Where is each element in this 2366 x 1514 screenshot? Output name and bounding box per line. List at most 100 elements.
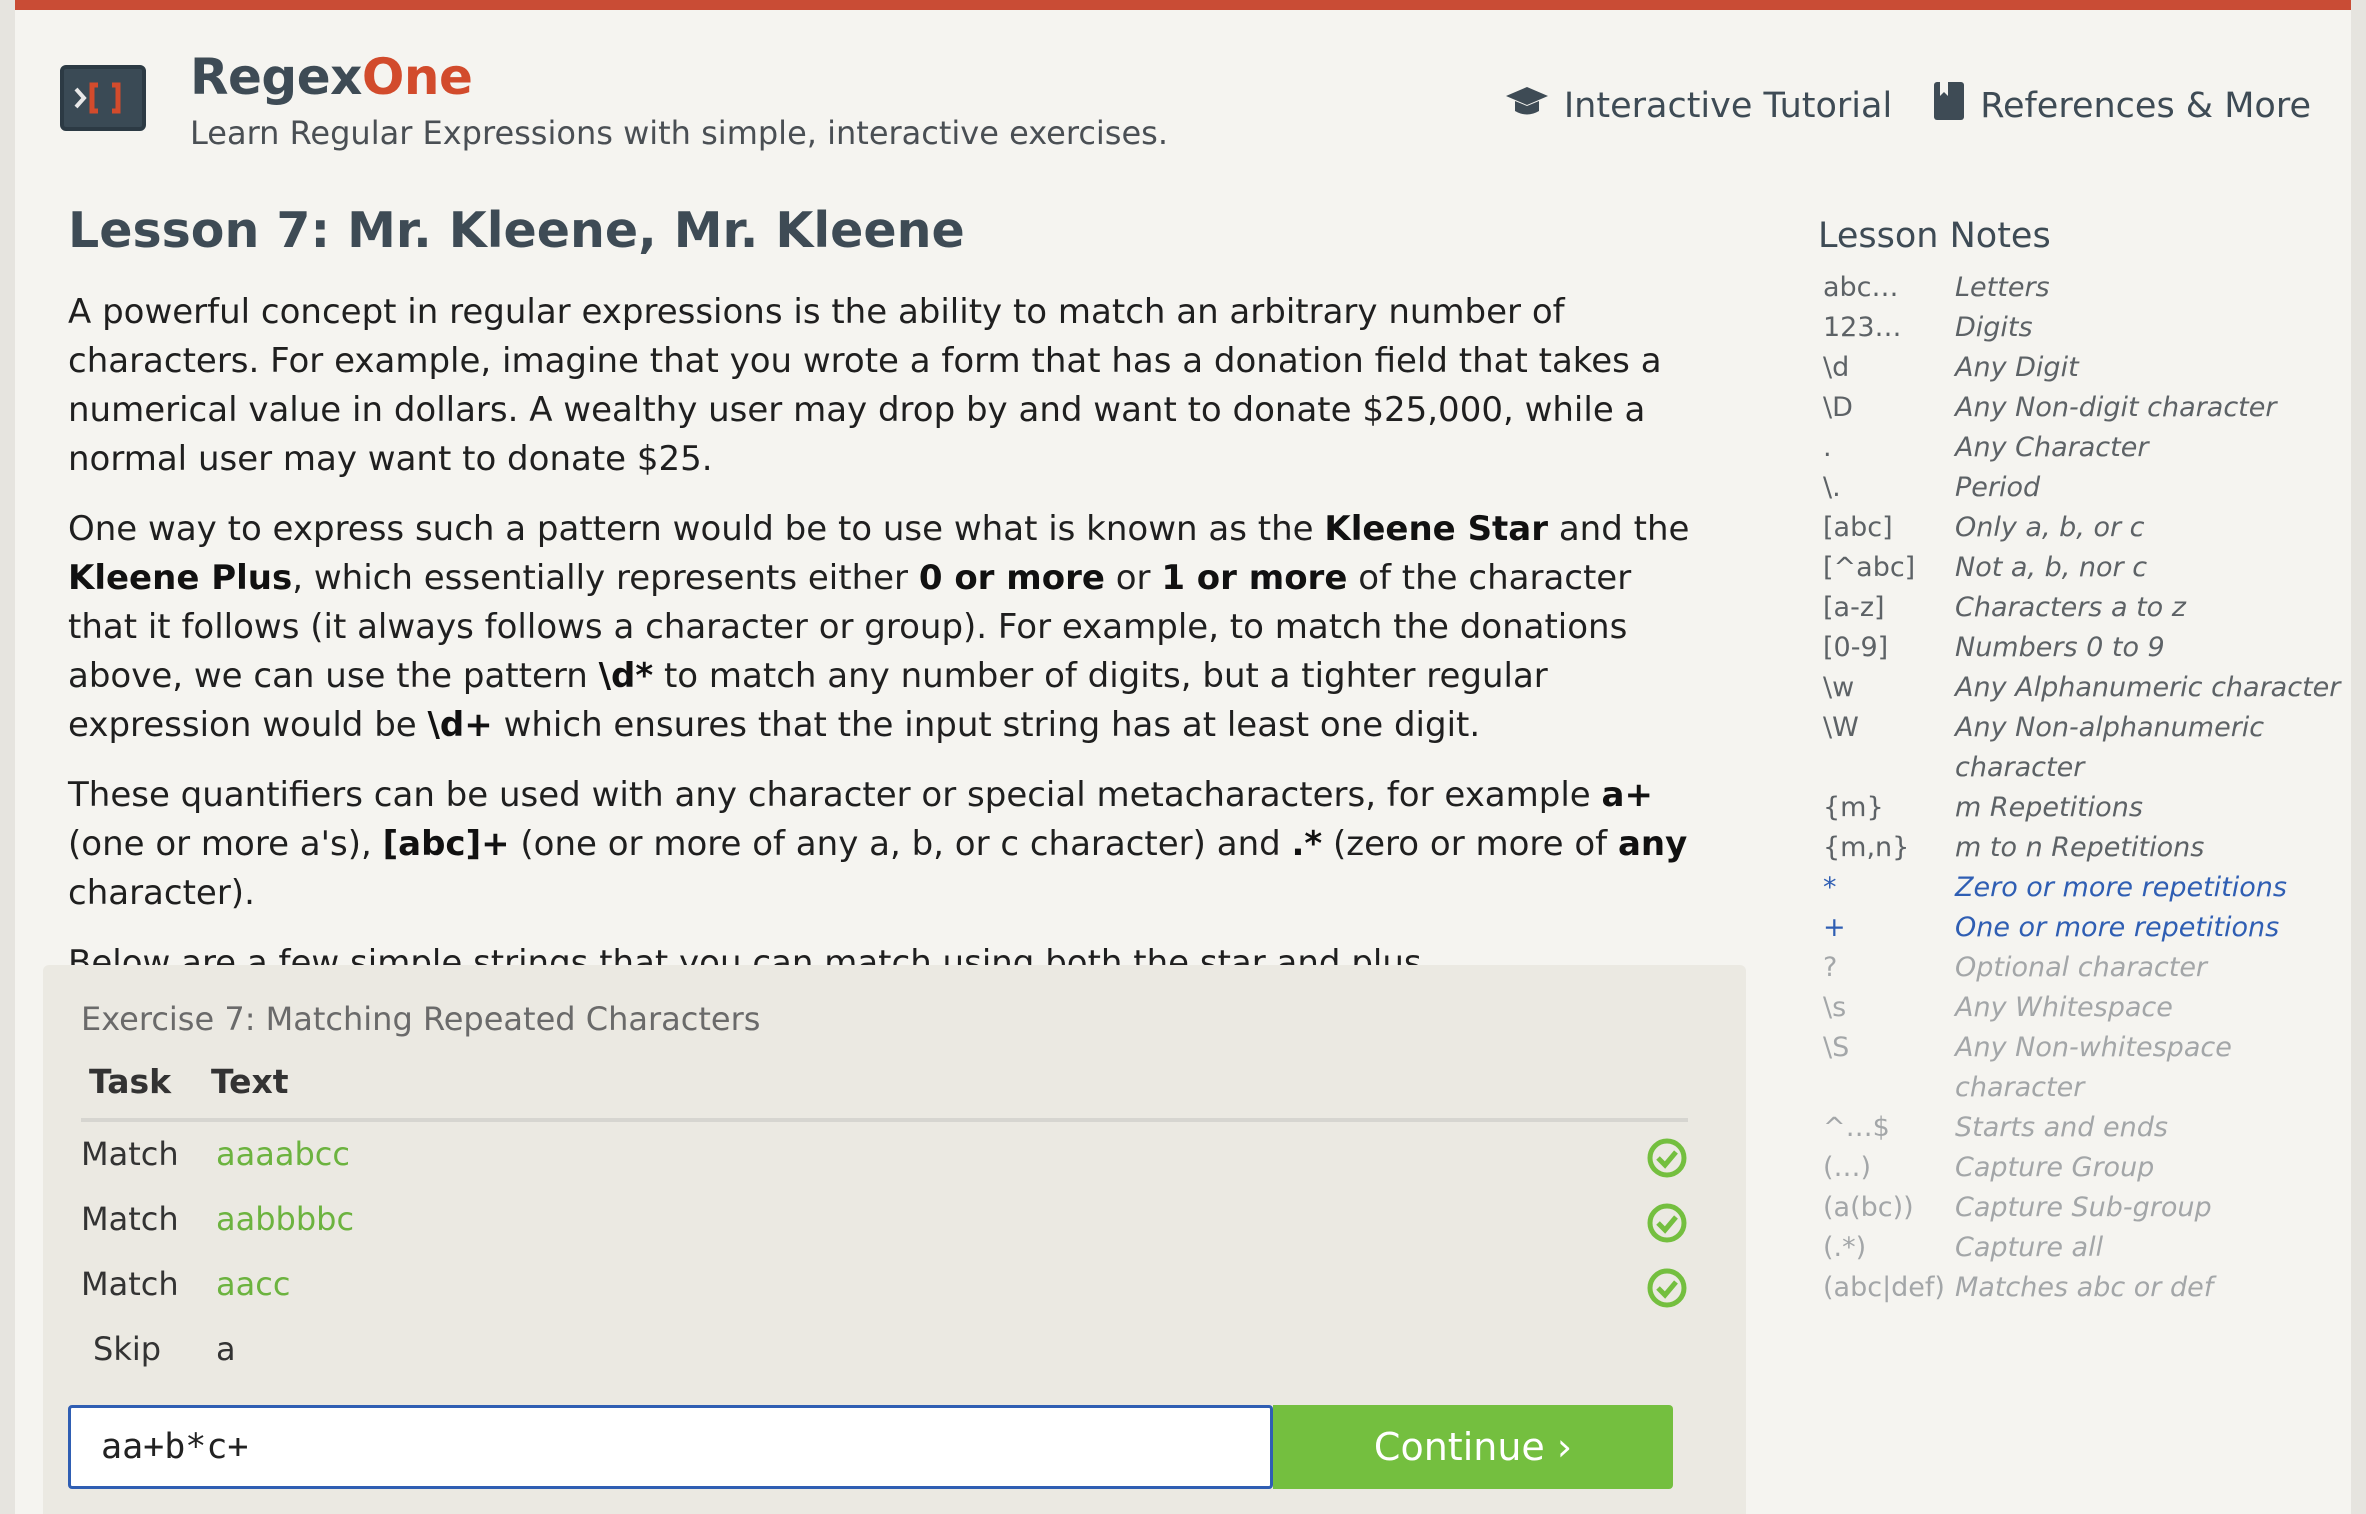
note-description: Any Character xyxy=(1955,432,2149,463)
note-syntax: + xyxy=(1823,912,1846,943)
note-syntax: (abc|def) xyxy=(1823,1272,1945,1303)
note-syntax: [a-z] xyxy=(1823,592,1885,623)
lesson-note-item[interactable]: \W Any Non-alphanumeric character xyxy=(1823,708,2351,788)
table-row: Skip a xyxy=(81,1330,1688,1390)
note-description: Any Non-whitespace character xyxy=(1955,1032,2232,1103)
note-description: m Repetitions xyxy=(1955,792,2143,823)
note-description: Capture Group xyxy=(1955,1152,2155,1183)
brand-name[interactable]: RegexOne xyxy=(190,48,473,106)
lesson-note-item[interactable]: [a-z] Characters a to z xyxy=(1823,588,2351,628)
note-syntax: \d xyxy=(1823,352,1850,383)
task-label: Match xyxy=(81,1200,179,1238)
note-syntax: \s xyxy=(1823,992,1847,1023)
note-description: Matches abc or def xyxy=(1955,1272,2214,1303)
task-text: aacc xyxy=(216,1265,291,1303)
book-icon xyxy=(1932,80,1966,131)
lesson-note-item[interactable]: . Any Character xyxy=(1823,428,2351,468)
note-syntax: [abc] xyxy=(1823,512,1893,543)
lesson-note-item[interactable]: [abc] Only a, b, or c xyxy=(1823,508,2351,548)
lesson-note-item[interactable]: \D Any Non-digit character xyxy=(1823,388,2351,428)
lesson-note-item[interactable]: (a(bc)) Capture Sub-group xyxy=(1823,1188,2351,1228)
note-syntax: \W xyxy=(1823,712,1859,743)
lesson-note-item[interactable]: {m,n} m to n Repetitions xyxy=(1823,828,2351,868)
lesson-note-item[interactable]: [^abc] Not a, b, nor c xyxy=(1823,548,2351,588)
note-syntax: * xyxy=(1823,872,1837,903)
task-text: a xyxy=(216,1330,236,1368)
note-syntax: {m} xyxy=(1823,792,1884,823)
regexone-logo-icon[interactable] xyxy=(60,65,146,131)
lesson-note-item[interactable]: (…) Capture Group xyxy=(1823,1148,2351,1188)
note-syntax: \D xyxy=(1823,392,1853,423)
note-description: Digits xyxy=(1955,312,2033,343)
note-description: Numbers 0 to 9 xyxy=(1955,632,2165,663)
check-circle-icon xyxy=(1646,1137,1688,1187)
lesson-note-item[interactable]: \s Any Whitespace xyxy=(1823,988,2351,1028)
exercise-table-header: Task Text xyxy=(81,1062,1688,1122)
table-row: Match aaaabcc xyxy=(81,1135,1688,1195)
note-description: Capture all xyxy=(1955,1232,2104,1263)
lesson-note-item[interactable]: (.*) Capture all xyxy=(1823,1228,2351,1268)
nav-interactive-tutorial[interactable]: Interactive Tutorial xyxy=(1504,81,1892,130)
note-syntax: . xyxy=(1823,432,1832,463)
lesson-note-item[interactable]: \w Any Alphanumeric character xyxy=(1823,668,2351,708)
continue-button[interactable]: Continue › xyxy=(1273,1405,1673,1489)
note-description: Letters xyxy=(1955,272,2050,303)
task-text: aabbbbc xyxy=(216,1200,355,1238)
note-description: Any Whitespace xyxy=(1955,992,2173,1023)
lesson-note-item[interactable]: {m} m Repetitions xyxy=(1823,788,2351,828)
nav-references[interactable]: References & More xyxy=(1932,80,2311,131)
column-text: Text xyxy=(211,1062,289,1101)
lesson-note-item[interactable]: ? Optional character xyxy=(1823,948,2351,988)
note-syntax: {m,n} xyxy=(1823,832,1910,863)
column-task: Task xyxy=(89,1062,172,1101)
task-label: Match xyxy=(81,1135,179,1173)
lesson-note-item[interactable]: + One or more repetitions xyxy=(1823,908,2351,948)
note-description: Any Alphanumeric character xyxy=(1955,672,2341,703)
lesson-note-item[interactable]: [0-9] Numbers 0 to 9 xyxy=(1823,628,2351,668)
graduation-cap-icon xyxy=(1504,81,1550,130)
regex-input[interactable] xyxy=(68,1405,1273,1489)
lesson-paragraph: These quantifiers can be used with any c… xyxy=(68,775,1688,913)
note-description: Optional character xyxy=(1955,952,2208,983)
lesson-note-item[interactable]: ^…$ Starts and ends xyxy=(1823,1108,2351,1148)
note-description: m to n Repetitions xyxy=(1955,832,2205,863)
lesson-notes-title: Lesson Notes xyxy=(1818,216,2051,256)
lesson-paragraph: A powerful concept in regular expression… xyxy=(68,292,1662,479)
lesson-notes-list: abc… Letters 123… Digits \d Any Digit \D Any No… xyxy=(1823,268,2351,1308)
note-description: Any Digit xyxy=(1955,352,2079,383)
page-frame: RegexOne Learn Regular Expressions with … xyxy=(15,0,2351,1514)
task-label: Match xyxy=(81,1265,179,1303)
note-syntax: (…) xyxy=(1823,1152,1872,1183)
note-description: Only a, b, or c xyxy=(1955,512,2145,543)
nav-label: Interactive Tutorial xyxy=(1563,85,1893,126)
lesson-content: A powerful concept in regular expression… xyxy=(68,288,1708,1058)
table-row: Match aabbbbc xyxy=(81,1200,1688,1260)
note-description: Any Non-digit character xyxy=(1955,392,2277,423)
note-description: One or more repetitions xyxy=(1955,912,2280,943)
nav-label: References & More xyxy=(1980,85,2311,126)
top-nav: Interactive Tutorial References & More xyxy=(1504,80,2311,131)
lesson-note-item[interactable]: abc… Letters xyxy=(1823,268,2351,308)
note-syntax: [^abc] xyxy=(1823,552,1916,583)
lesson-note-item[interactable]: \d Any Digit xyxy=(1823,348,2351,388)
note-description: Characters a to z xyxy=(1955,592,2186,623)
note-syntax: (.*) xyxy=(1823,1232,1867,1263)
lesson-paragraph: One way to express such a pattern would … xyxy=(68,509,1690,745)
note-syntax: ^…$ xyxy=(1823,1112,1890,1143)
exercise-title: Exercise 7: Matching Repeated Characters xyxy=(81,1000,761,1038)
lesson-note-item[interactable]: * Zero or more repetitions xyxy=(1823,868,2351,908)
table-row: Match aacc xyxy=(81,1265,1688,1325)
note-syntax: [0-9] xyxy=(1823,632,1889,663)
note-syntax: (a(bc)) xyxy=(1823,1192,1914,1223)
note-description: Not a, b, nor c xyxy=(1955,552,2148,583)
note-syntax: 123… xyxy=(1823,312,1902,343)
lesson-note-item[interactable]: \S Any Non-whitespace character xyxy=(1823,1028,2351,1108)
lesson-note-item[interactable]: \. Period xyxy=(1823,468,2351,508)
note-description: Capture Sub-group xyxy=(1955,1192,2212,1223)
note-description: Zero or more repetitions xyxy=(1955,872,2287,903)
note-syntax: ? xyxy=(1823,952,1838,983)
lesson-note-item[interactable]: (abc|def) Matches abc or def xyxy=(1823,1268,2351,1308)
task-text: aaaabcc xyxy=(216,1135,350,1173)
check-circle-icon xyxy=(1646,1267,1688,1317)
lesson-note-item[interactable]: 123… Digits xyxy=(1823,308,2351,348)
